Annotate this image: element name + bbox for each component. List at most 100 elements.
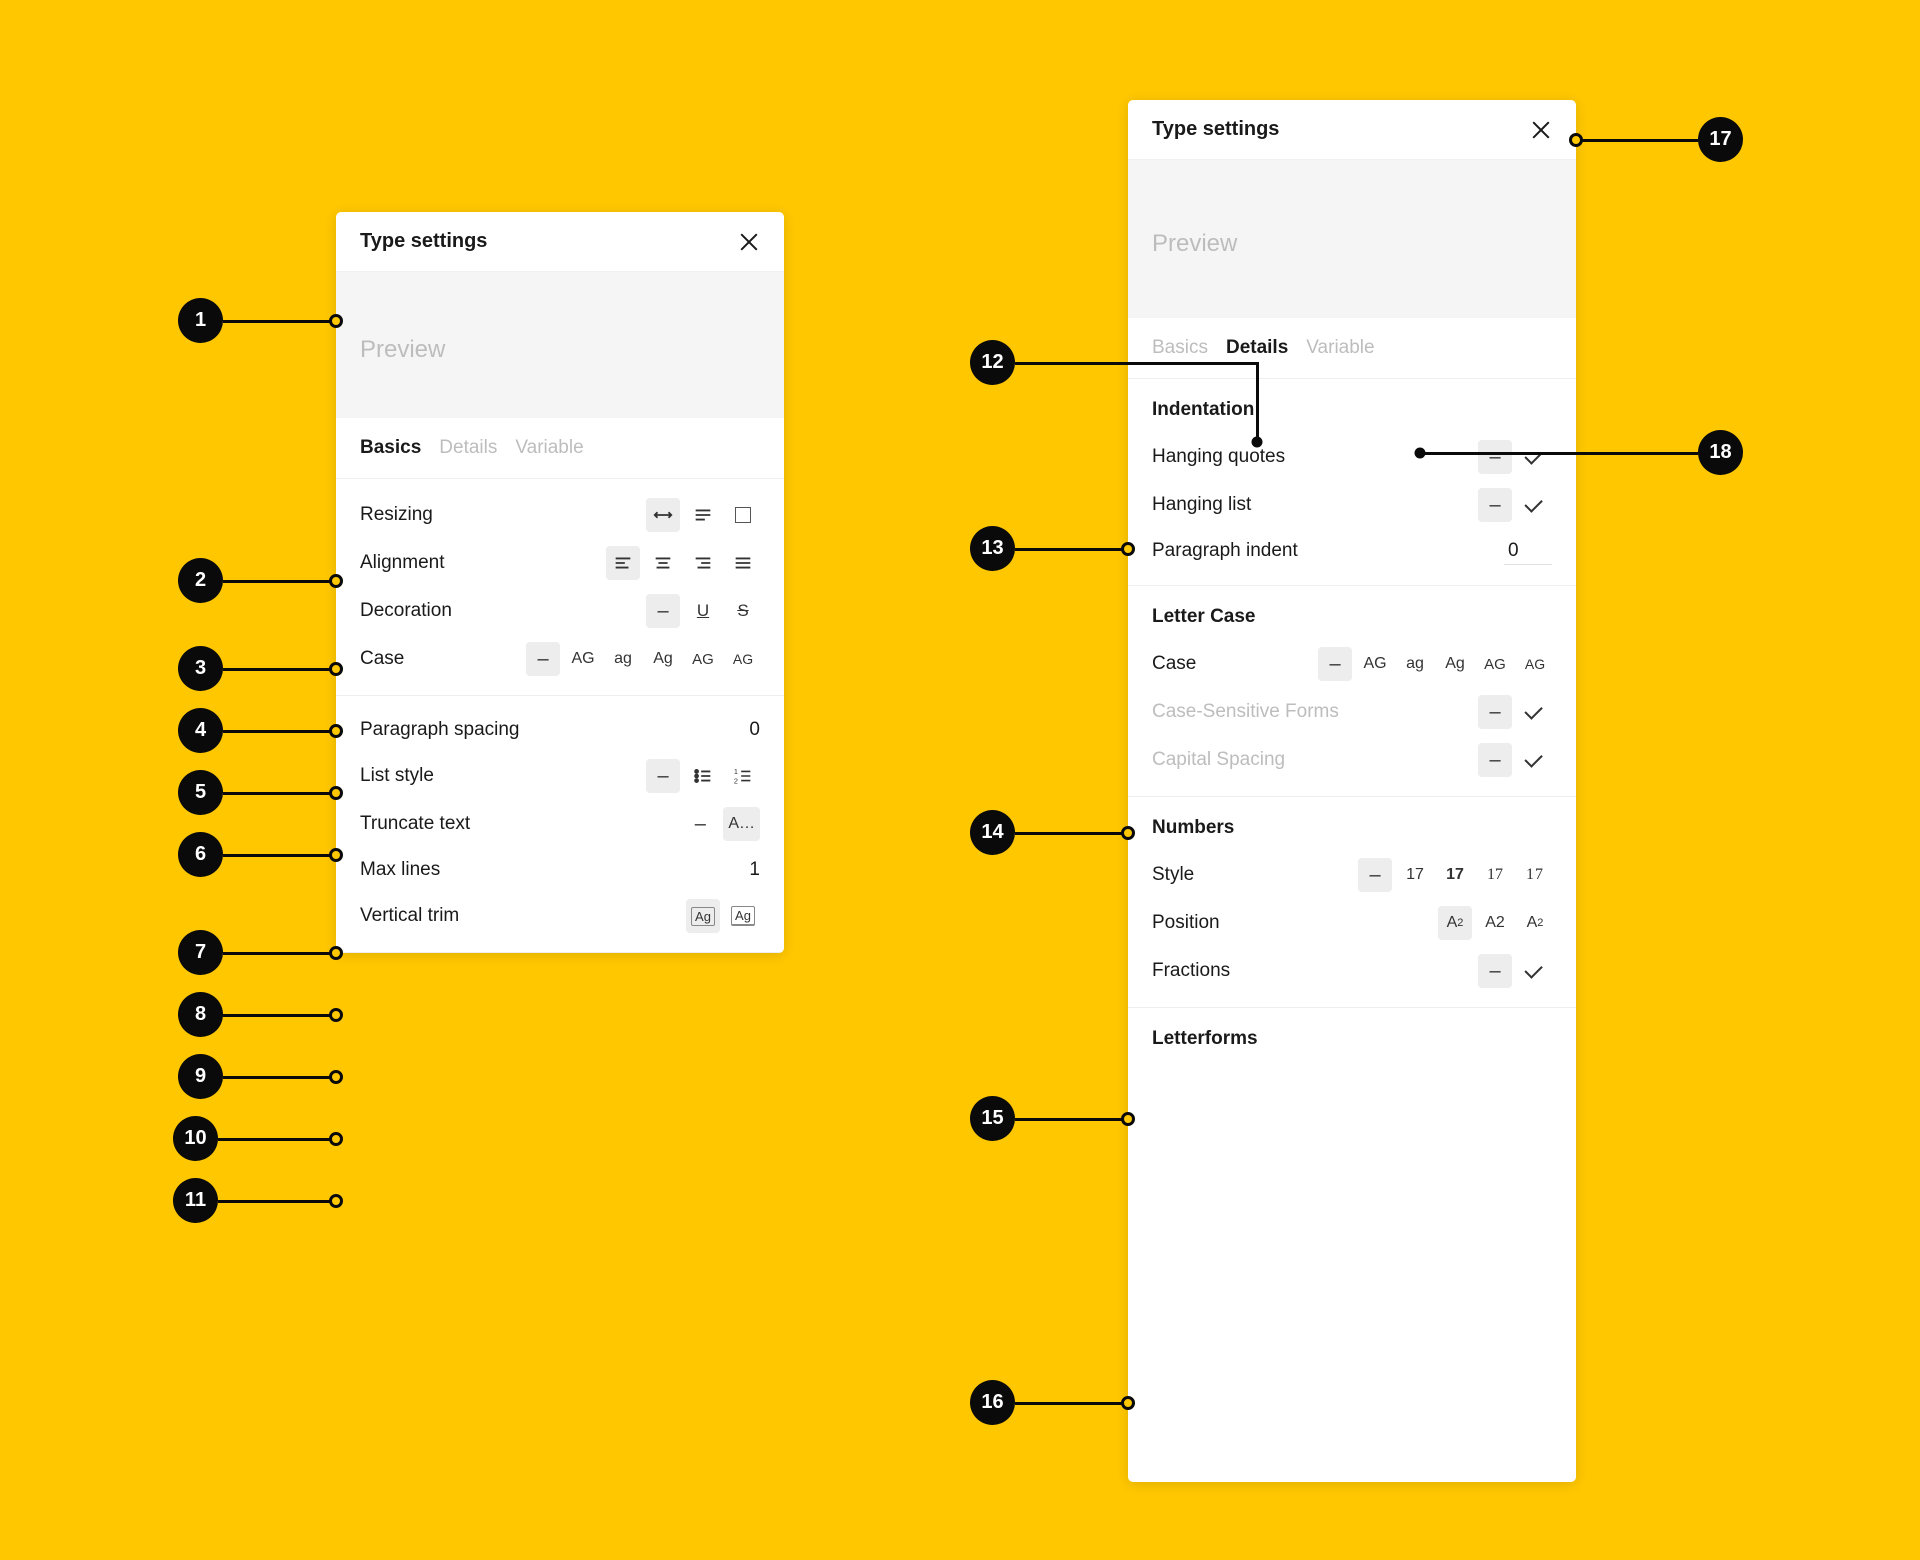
hanging-quotes-off[interactable]: –	[1478, 440, 1512, 474]
leader-dot	[1121, 826, 1135, 840]
capital-spacing-off[interactable]: –	[1478, 743, 1512, 777]
vertical-trim-label: Vertical trim	[360, 905, 459, 927]
numstyle-lining[interactable]: 17	[1398, 858, 1432, 892]
case-sensitive-on[interactable]	[1518, 695, 1552, 729]
letterforms-title: Letterforms	[1152, 1028, 1552, 1050]
leader-dot	[1121, 1112, 1135, 1126]
numpos-superscript[interactable]: A2	[1518, 906, 1552, 940]
hanging-quotes-on[interactable]	[1518, 440, 1552, 474]
case-title[interactable]: Ag	[1438, 647, 1472, 681]
leader-dot	[329, 662, 343, 676]
tab-basics[interactable]: Basics	[1152, 337, 1208, 359]
list-bullet-icon[interactable]	[686, 759, 720, 793]
row-hanging-list: Hanging list –	[1152, 481, 1552, 529]
truncate-label: Truncate text	[360, 813, 470, 835]
decoration-strikethrough[interactable]: S	[726, 594, 760, 628]
annotation-badge: 9	[178, 1054, 223, 1099]
leader-line	[223, 792, 336, 795]
max-lines-value[interactable]: 1	[749, 859, 760, 881]
align-left-icon[interactable]	[606, 546, 640, 580]
align-right-icon[interactable]	[686, 546, 720, 580]
type-settings-panel-details: Type settings Preview Basics Details Var…	[1128, 100, 1576, 1482]
row-number-position: Position A2 A2 A2	[1152, 899, 1552, 947]
numstyle-oldstyle-tabular[interactable]: 17	[1518, 858, 1552, 892]
row-case: Case – AG ag Ag AG AG	[360, 635, 760, 683]
decoration-underline[interactable]: U	[686, 594, 720, 628]
align-justify-icon[interactable]	[726, 546, 760, 580]
fractions-on[interactable]	[1518, 954, 1552, 988]
tab-basics[interactable]: Basics	[360, 437, 421, 459]
case-none[interactable]: –	[526, 642, 560, 676]
leader-line	[1015, 1118, 1128, 1121]
truncate-none[interactable]: –	[683, 807, 717, 841]
row-resizing: Resizing	[360, 491, 760, 539]
annotation-badge: 17	[1698, 117, 1743, 162]
leader-line	[1256, 362, 1259, 442]
leader-dot	[1252, 437, 1263, 448]
close-icon[interactable]	[738, 231, 760, 253]
leader-line	[223, 580, 336, 583]
vtrim-cap[interactable]: Ag	[726, 899, 760, 933]
case-title[interactable]: Ag	[646, 642, 680, 676]
section-basics-2: Paragraph spacing 0 List style – 12 Trun…	[336, 696, 784, 953]
truncate-on[interactable]: A…	[723, 807, 760, 841]
leader-dot	[329, 1070, 343, 1084]
case-sensitive-off[interactable]: –	[1478, 695, 1512, 729]
decoration-none[interactable]: –	[646, 594, 680, 628]
numstyle-tabular[interactable]: 17	[1438, 858, 1472, 892]
case-smallcaps[interactable]: AG	[686, 642, 720, 676]
paragraph-spacing-value[interactable]: 0	[749, 719, 760, 741]
tab-variable[interactable]: Variable	[515, 437, 583, 459]
paragraph-spacing-label: Paragraph spacing	[360, 719, 520, 741]
resizing-auto-height-icon[interactable]	[686, 498, 720, 532]
check-icon	[1524, 701, 1542, 719]
annotation-badge: 1	[178, 298, 223, 343]
annotation-badge: 7	[178, 930, 223, 975]
numpos-default[interactable]: A2	[1478, 906, 1512, 940]
numstyle-none[interactable]: –	[1358, 858, 1392, 892]
leader-dot	[329, 724, 343, 738]
tab-details[interactable]: Details	[1226, 337, 1288, 359]
section-letterforms: Letterforms	[1128, 1008, 1576, 1074]
tab-variable[interactable]: Variable	[1306, 337, 1374, 359]
annotation-badge: 12	[970, 340, 1015, 385]
align-center-icon[interactable]	[646, 546, 680, 580]
case-upper[interactable]: AG	[1358, 647, 1392, 681]
resizing-fixed-icon[interactable]	[726, 498, 760, 532]
case-forced-smallcaps[interactable]: AG	[1518, 647, 1552, 681]
list-none[interactable]: –	[646, 759, 680, 793]
hanging-list-off[interactable]: –	[1478, 488, 1512, 522]
annotation-badge: 2	[178, 558, 223, 603]
row-paragraph-spacing: Paragraph spacing 0	[360, 708, 760, 752]
case-upper[interactable]: AG	[566, 642, 600, 676]
capital-spacing-on[interactable]	[1518, 743, 1552, 777]
preview-area: Preview	[1128, 160, 1576, 318]
vtrim-standard[interactable]: Ag	[686, 899, 720, 933]
close-icon[interactable]	[1530, 119, 1552, 141]
hanging-list-on[interactable]	[1518, 488, 1552, 522]
annotation-badge: 4	[178, 708, 223, 753]
tab-details[interactable]: Details	[439, 437, 497, 459]
annotation-badge: 13	[970, 526, 1015, 571]
numpos-subscript[interactable]: A2	[1438, 906, 1472, 940]
tabs: Basics Details Variable	[1128, 318, 1576, 379]
fractions-off[interactable]: –	[1478, 954, 1512, 988]
annotation-badge: 18	[1698, 430, 1743, 475]
resizing-label: Resizing	[360, 504, 433, 526]
leader-dot	[329, 314, 343, 328]
case-forced-smallcaps[interactable]: AG	[726, 642, 760, 676]
leader-line	[1015, 1402, 1128, 1405]
leader-dot	[329, 848, 343, 862]
leader-line	[1420, 452, 1698, 455]
annotation-badge: 16	[970, 1380, 1015, 1425]
list-numbered-icon[interactable]: 12	[726, 759, 760, 793]
case-lower[interactable]: ag	[606, 642, 640, 676]
resizing-auto-width-icon[interactable]	[646, 498, 680, 532]
case-none[interactable]: –	[1318, 647, 1352, 681]
numstyle-oldstyle[interactable]: 17	[1478, 858, 1512, 892]
preview-label: Preview	[360, 336, 445, 363]
paragraph-indent-value[interactable]: 0	[1504, 538, 1552, 565]
row-alignment: Alignment	[360, 539, 760, 587]
case-lower[interactable]: ag	[1398, 647, 1432, 681]
case-smallcaps[interactable]: AG	[1478, 647, 1512, 681]
